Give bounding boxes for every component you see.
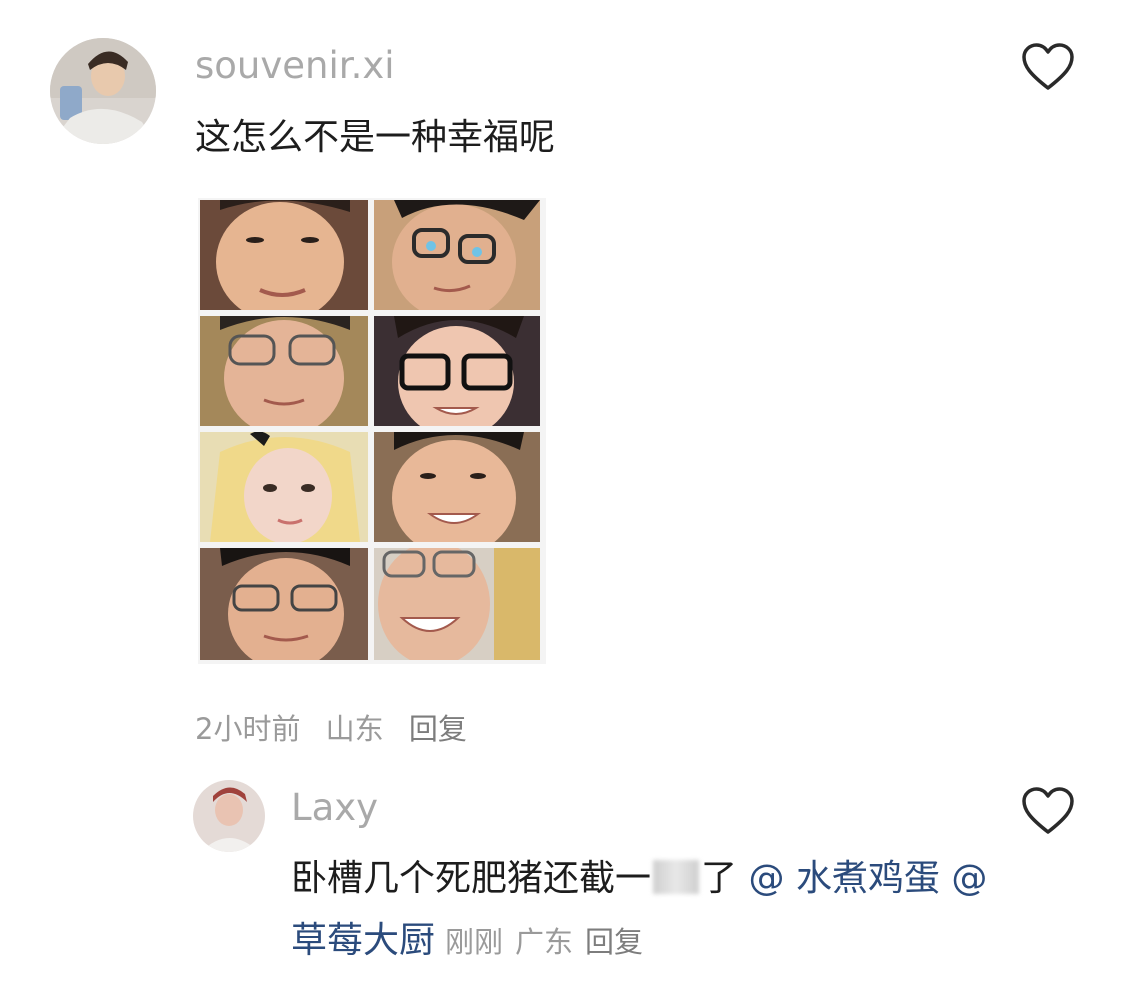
reply-meta: 刚刚 广东 回复 [445, 925, 655, 959]
collage-photo [200, 200, 368, 310]
heart-outline-icon[interactable] [1020, 42, 1076, 92]
reply-time: 刚刚 [445, 925, 504, 959]
heart-outline-icon[interactable] [1020, 786, 1076, 836]
comment-location: 山东 [325, 712, 384, 746]
collage-photo [374, 548, 540, 660]
reply-text: 卧槽几个死肥猪还截一了 @ 水煮鸡蛋 @ 草莓大厨 刚刚 广东 回复 [291, 848, 1011, 973]
reply-text-censored: 一 [615, 858, 652, 899]
reply-text-before: 卧槽几个死肥猪还截 [291, 858, 616, 899]
blurred-text [653, 860, 700, 894]
collage-photo [200, 548, 368, 660]
reply-button[interactable]: 回复 [409, 712, 467, 746]
commenter-username[interactable]: souvenir.xi [195, 44, 395, 87]
comment-text: 这怎么不是一种幸福呢 [195, 117, 556, 158]
reply-author-avatar[interactable] [193, 780, 265, 852]
commenter-avatar[interactable] [50, 38, 156, 144]
comment-meta: 2小时前 山东 回复 [195, 706, 483, 748]
reply-location: 广东 [515, 925, 574, 959]
collage-photo [200, 432, 368, 542]
attached-image-collage[interactable] [198, 198, 546, 664]
mention-link[interactable]: @ 水煮鸡蛋 [749, 858, 940, 899]
collage-photo [374, 316, 540, 426]
collage-photo [200, 316, 368, 426]
collage-photo [374, 200, 540, 310]
comment-time: 2小时前 [195, 712, 301, 746]
collage-photo [374, 432, 540, 542]
reply-text-after: 了 [701, 858, 738, 899]
reply-button[interactable]: 回复 [585, 925, 643, 959]
reply-author-username[interactable]: Laxy [291, 786, 378, 829]
